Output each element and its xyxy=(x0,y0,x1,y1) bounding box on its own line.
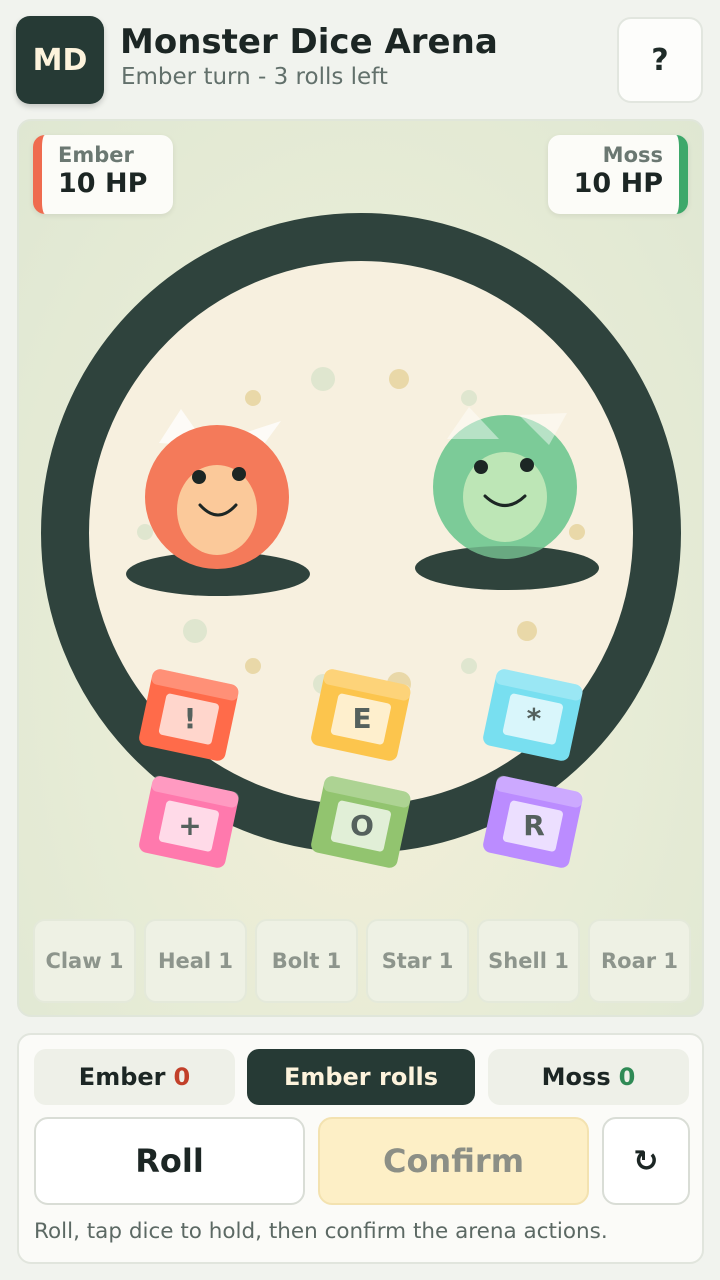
ember-score-label: Ember xyxy=(78,1063,166,1091)
arena-panel: ! E * + O R Ember 10 HP Moss 10 HP Claw 1 Hea… xyxy=(17,119,704,1017)
move-chip-heal: Heal 1 xyxy=(144,919,247,1003)
moss-hp-card: Moss 10 HP xyxy=(548,135,688,214)
ember-score: Ember 0 xyxy=(34,1049,235,1105)
moss-score-value: 0 xyxy=(618,1063,636,1091)
confirm-button[interactable]: Confirm xyxy=(318,1117,589,1205)
ember-eye-left xyxy=(192,470,206,484)
die-6[interactable]: R xyxy=(482,775,584,870)
moss-score-label: Moss xyxy=(541,1063,611,1091)
ember-hp: 10 HP xyxy=(58,168,148,199)
die-symbol: + xyxy=(178,809,201,842)
move-chip-roar: Roar 1 xyxy=(588,919,691,1003)
move-chip-bolt: Bolt 1 xyxy=(255,919,358,1003)
moss-eye-left xyxy=(474,460,488,474)
die-symbol: O xyxy=(350,809,374,842)
move-chip-claw: Claw 1 xyxy=(33,919,136,1003)
turn-indicator: Ember rolls xyxy=(247,1049,475,1105)
die-symbol: * xyxy=(527,702,542,735)
help-button[interactable]: ? xyxy=(617,17,703,103)
ember-eye-right xyxy=(232,467,246,481)
ember-hp-card: Ember 10 HP xyxy=(33,135,173,214)
app-logo: MD xyxy=(16,16,104,104)
ember-name: Ember xyxy=(58,143,134,167)
moss-eye-right xyxy=(520,458,534,472)
die-symbol: E xyxy=(352,702,371,735)
die-symbol: R xyxy=(523,809,545,842)
arena-board: ! E * + O R xyxy=(41,213,681,870)
move-chip-star: Star 1 xyxy=(366,919,469,1003)
ember-score-value: 0 xyxy=(173,1063,191,1091)
move-chip-shell: Shell 1 xyxy=(477,919,580,1003)
ember-face xyxy=(177,465,257,555)
instructions-text: Roll, tap dice to hold, then confirm the… xyxy=(34,1219,608,1244)
die-symbol: ! xyxy=(184,702,197,735)
moss-name: Moss xyxy=(602,143,663,167)
control-panel: Ember 0 Ember rolls Moss 0 Roll Confirm … xyxy=(17,1033,704,1264)
page-title: Monster Dice Arena xyxy=(120,22,498,62)
reset-button[interactable]: ↻ xyxy=(602,1117,690,1205)
roll-button[interactable]: Roll xyxy=(34,1117,305,1205)
app-header: MD Monster Dice Arena Ember turn - 3 rol… xyxy=(0,0,720,118)
turn-status: Ember turn - 3 rolls left xyxy=(121,64,388,90)
moss-hp: 10 HP xyxy=(573,168,663,199)
moss-score: Moss 0 xyxy=(488,1049,689,1105)
